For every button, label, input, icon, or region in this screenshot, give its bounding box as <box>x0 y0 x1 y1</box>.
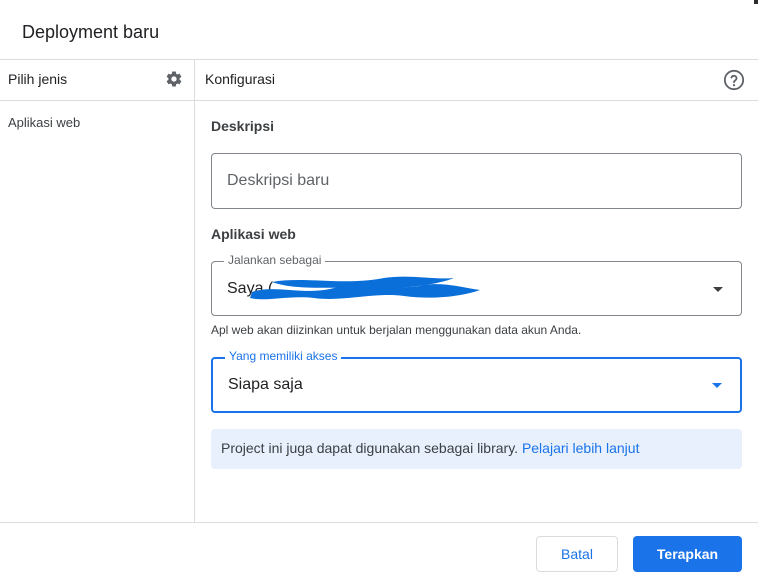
panel-header-divider <box>0 100 758 101</box>
access-label: Yang memiliki akses <box>225 349 342 363</box>
description-section-label: Deskripsi <box>211 118 275 134</box>
web-app-section-label: Aplikasi web <box>211 226 296 242</box>
chevron-down-icon <box>713 287 723 292</box>
header-divider <box>0 59 758 60</box>
deployment-dialog: Deployment baru Pilih jenis Aplikasi web… <box>0 0 758 585</box>
apply-button[interactable]: Terapkan <box>633 536 742 572</box>
gear-icon[interactable] <box>165 70 183 88</box>
description-field[interactable]: Deskripsi baru <box>211 153 742 209</box>
banner-message: Project ini juga dapat digunakan sebagai… <box>221 440 519 456</box>
type-item-web-app[interactable]: Aplikasi web <box>8 115 80 130</box>
redaction-scribble <box>250 276 480 300</box>
configuration-header: Konfigurasi <box>205 71 276 87</box>
footer-divider <box>0 522 758 523</box>
learn-more-link[interactable]: Pelajari lebih lanjut <box>522 440 640 456</box>
panel-divider <box>194 60 195 523</box>
chevron-down-icon <box>712 383 722 388</box>
cancel-button[interactable]: Batal <box>536 536 618 572</box>
banner-text: Project ini juga dapat digunakan sebagai… <box>221 440 639 456</box>
execute-as-label: Jalankan sebagai <box>224 253 326 267</box>
help-circle-icon[interactable] <box>723 69 745 91</box>
select-type-header: Pilih jenis <box>8 71 68 87</box>
dialog-title: Deployment baru <box>22 22 160 42</box>
access-select[interactable]: Yang memiliki akses Siapa saja <box>211 349 742 413</box>
description-placeholder: Deskripsi baru <box>227 172 330 189</box>
execute-as-hint: Apl web akan diizinkan untuk berjalan me… <box>211 323 582 337</box>
window-corner <box>754 0 758 4</box>
library-info-banner: Project ini juga dapat digunakan sebagai… <box>211 429 742 469</box>
access-value: Siapa saja <box>228 376 303 393</box>
